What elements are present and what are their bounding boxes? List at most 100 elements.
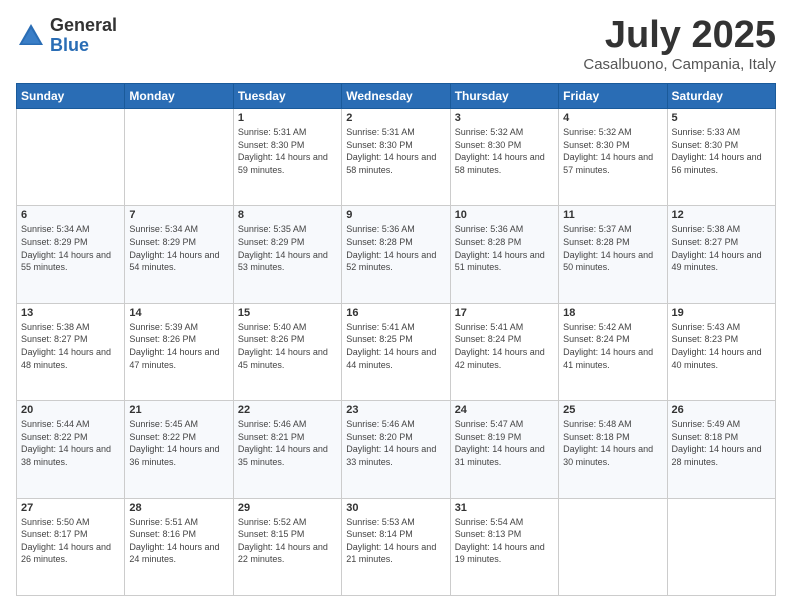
calendar-cell: 22 Sunrise: 5:46 AMSunset: 8:21 PMDayligh… [233, 401, 341, 498]
calendar-cell: 24 Sunrise: 5:47 AMSunset: 8:19 PMDayligh… [450, 401, 558, 498]
month-title: July 2025 [583, 16, 776, 54]
day-info: Sunrise: 5:43 AMSunset: 8:23 PMDaylight:… [672, 321, 771, 371]
logo: General Blue [16, 16, 117, 56]
day-number: 5 [672, 112, 771, 124]
day-number: 16 [346, 307, 445, 319]
day-number: 8 [238, 209, 337, 221]
weekday-header: Thursday [450, 84, 558, 109]
day-info: Sunrise: 5:32 AMSunset: 8:30 PMDaylight:… [563, 126, 662, 176]
logo-general: General [50, 16, 117, 36]
page: General Blue July 2025 Casalbuono, Campa… [0, 0, 792, 612]
title-block: July 2025 Casalbuono, Campania, Italy [583, 16, 776, 73]
calendar-cell: 20 Sunrise: 5:44 AMSunset: 8:22 PMDayligh… [17, 401, 125, 498]
day-number: 10 [455, 209, 554, 221]
day-info: Sunrise: 5:42 AMSunset: 8:24 PMDaylight:… [563, 321, 662, 371]
calendar-cell: 9 Sunrise: 5:36 AMSunset: 8:28 PMDaylight… [342, 206, 450, 303]
calendar-week-row: 1 Sunrise: 5:31 AMSunset: 8:30 PMDaylight… [17, 109, 776, 206]
day-info: Sunrise: 5:33 AMSunset: 8:30 PMDaylight:… [672, 126, 771, 176]
calendar-cell [559, 498, 667, 595]
weekday-header: Sunday [17, 84, 125, 109]
calendar-cell: 14 Sunrise: 5:39 AMSunset: 8:26 PMDayligh… [125, 303, 233, 400]
day-info: Sunrise: 5:31 AMSunset: 8:30 PMDaylight:… [346, 126, 445, 176]
calendar-cell: 31Sunrise: 5:54 AMSunset: 8:13 PMDayligh… [450, 498, 558, 595]
day-number: 12 [672, 209, 771, 221]
day-info: Sunrise: 5:39 AMSunset: 8:26 PMDaylight:… [129, 321, 228, 371]
day-info: Sunrise: 5:34 AMSunset: 8:29 PMDaylight:… [129, 223, 228, 273]
day-info: Sunrise: 5:44 AMSunset: 8:22 PMDaylight:… [21, 418, 120, 468]
day-number: 13 [21, 307, 120, 319]
day-number: 28 [129, 502, 228, 514]
day-info: Sunrise: 5:36 AMSunset: 8:28 PMDaylight:… [346, 223, 445, 273]
day-number: 22 [238, 404, 337, 416]
day-info: Sunrise: 5:35 AMSunset: 8:29 PMDaylight:… [238, 223, 337, 273]
calendar-week-row: 6Sunrise: 5:34 AMSunset: 8:29 PMDaylight… [17, 206, 776, 303]
calendar-cell: 19Sunrise: 5:43 AMSunset: 8:23 PMDayligh… [667, 303, 775, 400]
day-info: Sunrise: 5:49 AMSunset: 8:18 PMDaylight:… [672, 418, 771, 468]
day-number: 2 [346, 112, 445, 124]
day-number: 23 [346, 404, 445, 416]
calendar-cell: 25Sunrise: 5:48 AMSunset: 8:18 PMDayligh… [559, 401, 667, 498]
day-number: 29 [238, 502, 337, 514]
calendar-cell: 10Sunrise: 5:36 AMSunset: 8:28 PMDayligh… [450, 206, 558, 303]
day-info: Sunrise: 5:32 AMSunset: 8:30 PMDaylight:… [455, 126, 554, 176]
day-info: Sunrise: 5:51 AMSunset: 8:16 PMDaylight:… [129, 516, 228, 566]
day-info: Sunrise: 5:38 AMSunset: 8:27 PMDaylight:… [672, 223, 771, 273]
day-number: 20 [21, 404, 120, 416]
weekday-header: Wednesday [342, 84, 450, 109]
calendar-cell: 8 Sunrise: 5:35 AMSunset: 8:29 PMDaylight… [233, 206, 341, 303]
calendar-week-row: 27 Sunrise: 5:50 AMSunset: 8:17 PMDayligh… [17, 498, 776, 595]
header: General Blue July 2025 Casalbuono, Campa… [16, 16, 776, 73]
day-info: Sunrise: 5:40 AMSunset: 8:26 PMDaylight:… [238, 321, 337, 371]
day-number: 7 [129, 209, 228, 221]
calendar-cell: 12 Sunrise: 5:38 AMSunset: 8:27 PMDayligh… [667, 206, 775, 303]
day-info: Sunrise: 5:52 AMSunset: 8:15 PMDaylight:… [238, 516, 337, 566]
calendar-week-row: 13Sunrise: 5:38 AMSunset: 8:27 PMDayligh… [17, 303, 776, 400]
calendar-table: SundayMondayTuesdayWednesdayThursdayFrid… [16, 83, 776, 596]
calendar-cell: 3 Sunrise: 5:32 AMSunset: 8:30 PMDaylight… [450, 109, 558, 206]
weekday-header: Friday [559, 84, 667, 109]
day-number: 3 [455, 112, 554, 124]
calendar-cell: 16 Sunrise: 5:41 AMSunset: 8:25 PMDayligh… [342, 303, 450, 400]
calendar-cell: 11Sunrise: 5:37 AMSunset: 8:28 PMDayligh… [559, 206, 667, 303]
calendar-cell: 23 Sunrise: 5:46 AMSunset: 8:20 PMDayligh… [342, 401, 450, 498]
day-number: 17 [455, 307, 554, 319]
weekday-header: Monday [125, 84, 233, 109]
weekday-header: Saturday [667, 84, 775, 109]
day-number: 21 [129, 404, 228, 416]
day-number: 15 [238, 307, 337, 319]
calendar-cell [667, 498, 775, 595]
day-info: Sunrise: 5:47 AMSunset: 8:19 PMDaylight:… [455, 418, 554, 468]
day-number: 14 [129, 307, 228, 319]
day-info: Sunrise: 5:46 AMSunset: 8:21 PMDaylight:… [238, 418, 337, 468]
weekday-header: Tuesday [233, 84, 341, 109]
day-number: 27 [21, 502, 120, 514]
day-number: 4 [563, 112, 662, 124]
calendar-cell: 15 Sunrise: 5:40 AMSunset: 8:26 PMDayligh… [233, 303, 341, 400]
day-info: Sunrise: 5:41 AMSunset: 8:24 PMDaylight:… [455, 321, 554, 371]
calendar-cell: 4 Sunrise: 5:32 AMSunset: 8:30 PMDaylight… [559, 109, 667, 206]
location-title: Casalbuono, Campania, Italy [583, 56, 776, 73]
calendar-cell: 7 Sunrise: 5:34 AMSunset: 8:29 PMDaylight… [125, 206, 233, 303]
day-number: 24 [455, 404, 554, 416]
day-number: 31 [455, 502, 554, 514]
logo-icon [16, 21, 46, 51]
calendar-cell: 29 Sunrise: 5:52 AMSunset: 8:15 PMDayligh… [233, 498, 341, 595]
day-number: 18 [563, 307, 662, 319]
calendar-cell: 30Sunrise: 5:53 AMSunset: 8:14 PMDayligh… [342, 498, 450, 595]
day-info: Sunrise: 5:41 AMSunset: 8:25 PMDaylight:… [346, 321, 445, 371]
calendar-week-row: 20 Sunrise: 5:44 AMSunset: 8:22 PMDayligh… [17, 401, 776, 498]
day-info: Sunrise: 5:34 AMSunset: 8:29 PMDaylight:… [21, 223, 120, 273]
day-info: Sunrise: 5:50 AMSunset: 8:17 PMDaylight:… [21, 516, 120, 566]
calendar-cell: 17 Sunrise: 5:41 AMSunset: 8:24 PMDayligh… [450, 303, 558, 400]
calendar-cell [17, 109, 125, 206]
calendar-cell: 6Sunrise: 5:34 AMSunset: 8:29 PMDaylight… [17, 206, 125, 303]
calendar-cell: 28 Sunrise: 5:51 AMSunset: 8:16 PMDayligh… [125, 498, 233, 595]
logo-text: General Blue [50, 16, 117, 56]
day-info: Sunrise: 5:46 AMSunset: 8:20 PMDaylight:… [346, 418, 445, 468]
day-number: 1 [238, 112, 337, 124]
logo-blue: Blue [50, 36, 117, 56]
day-number: 9 [346, 209, 445, 221]
day-number: 30 [346, 502, 445, 514]
calendar-cell: 26 Sunrise: 5:49 AMSunset: 8:18 PMDayligh… [667, 401, 775, 498]
day-number: 26 [672, 404, 771, 416]
